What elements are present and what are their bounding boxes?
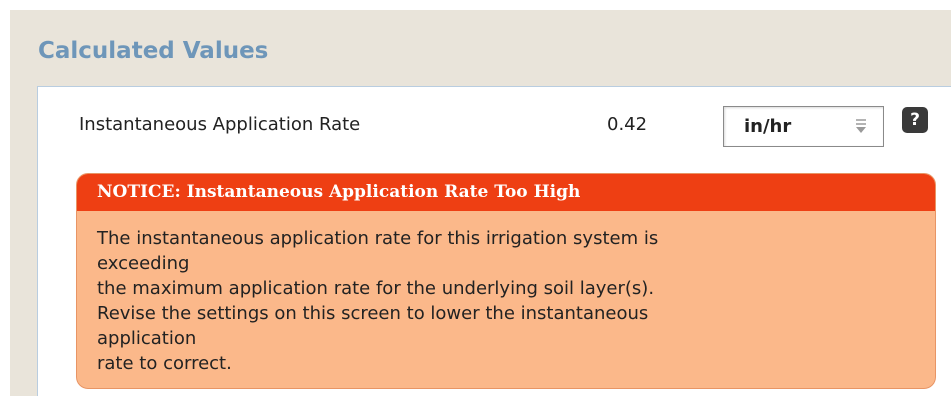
notice-line: rate to correct.	[97, 353, 232, 374]
notice-header: NOTICE: Instantaneous Application Rate T…	[77, 174, 935, 211]
notice-line: application	[97, 328, 197, 349]
unit-select-value: in/hr	[744, 116, 792, 137]
notice-box: NOTICE: Instantaneous Application Rate T…	[76, 173, 936, 389]
application-rate-label: Instantaneous Application Rate	[79, 114, 361, 135]
calculated-values-panel: Calculated Values Instantaneous Applicat…	[10, 10, 951, 396]
notice-line: The instantaneous application rate for t…	[97, 228, 659, 249]
notice-line: exceeding	[97, 253, 190, 274]
application-rate-value: 0.42	[607, 114, 648, 135]
notice-line: the maximum application rate for the und…	[97, 278, 655, 299]
notice-message: The instantaneous application rate for t…	[97, 226, 917, 376]
notice-line: Revise the settings on this screen to lo…	[97, 303, 649, 324]
section-title: Calculated Values	[38, 38, 269, 64]
calculated-values-content: Instantaneous Application Rate 0.42 in/h…	[37, 86, 951, 396]
help-icon[interactable]: ?	[902, 107, 928, 133]
dropdown-arrow-icon	[856, 119, 866, 133]
notice-title: NOTICE: Instantaneous Application Rate T…	[97, 182, 581, 202]
unit-select[interactable]: in/hr	[723, 106, 884, 147]
